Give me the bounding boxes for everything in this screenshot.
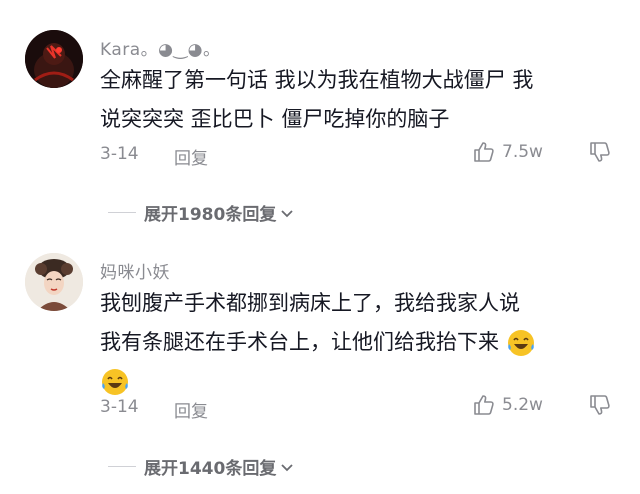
comment-line: 我刨腹产手术都挪到病床上了，我给我家人说 [100, 291, 520, 315]
comment-text: 我刨腹产手术都挪到病床上了，我给我家人说 我有条腿还在手术台上，让他们给我抬下来 [100, 284, 620, 401]
expand-replies-label: 展开1980条回复 [144, 205, 277, 225]
dislike-button[interactable] [588, 393, 612, 422]
reply-button[interactable]: 回复 [174, 144, 208, 169]
divider [108, 466, 136, 467]
chevron-down-icon [281, 463, 293, 471]
comment-meta: 3-14 回复 7.5w [100, 140, 640, 170]
comment-line-text: 我有条腿还在手术台上，让他们给我抬下来 [100, 330, 499, 354]
thumbs-up-icon [474, 142, 494, 162]
comment-text: 全麻醒了第一句话 我以为我在植物大战僵尸 我 说突突突 歪比巴卜 僵尸吃掉你的脑… [100, 61, 620, 139]
like-button[interactable]: 5.2w [472, 393, 543, 417]
username[interactable]: 妈咪小妖 [100, 258, 170, 283]
like-count: 5.2w [502, 395, 543, 415]
comment-line: 全麻醒了第一句话 我以为我在植物大战僵尸 我 [100, 68, 534, 92]
divider [108, 212, 136, 213]
tears-of-joy-emoji-icon [507, 330, 534, 356]
thumbs-up-icon [474, 395, 494, 415]
expand-replies-button[interactable]: 展开1980条回复 [108, 200, 295, 225]
comment-date: 3-14 [100, 397, 139, 417]
avatar[interactable] [25, 30, 83, 88]
like-button[interactable]: 7.5w [472, 140, 543, 164]
thumbs-down-icon [590, 142, 610, 162]
comment-line: 说突突突 歪比巴卜 僵尸吃掉你的脑子 [100, 107, 450, 131]
comment-date: 3-14 [100, 144, 139, 164]
thumbs-down-icon [590, 395, 610, 415]
avatar[interactable] [25, 253, 83, 311]
dislike-button[interactable] [588, 140, 612, 169]
expand-replies-label: 展开1440条回复 [144, 459, 277, 479]
comment-meta: 3-14 回复 5.2w [100, 393, 640, 423]
username[interactable]: Kara。◕‿◕。 [100, 35, 221, 60]
comment-line: 我有条腿还在手术台上，让他们给我抬下来 [100, 323, 620, 362]
chevron-down-icon [281, 209, 293, 217]
traditional-lady-avatar-icon [25, 253, 83, 311]
expand-replies-button[interactable]: 展开1440条回复 [108, 454, 295, 479]
reply-button[interactable]: 回复 [174, 397, 208, 422]
dark-portrait-avatar-icon [25, 30, 83, 88]
like-count: 7.5w [502, 142, 543, 162]
